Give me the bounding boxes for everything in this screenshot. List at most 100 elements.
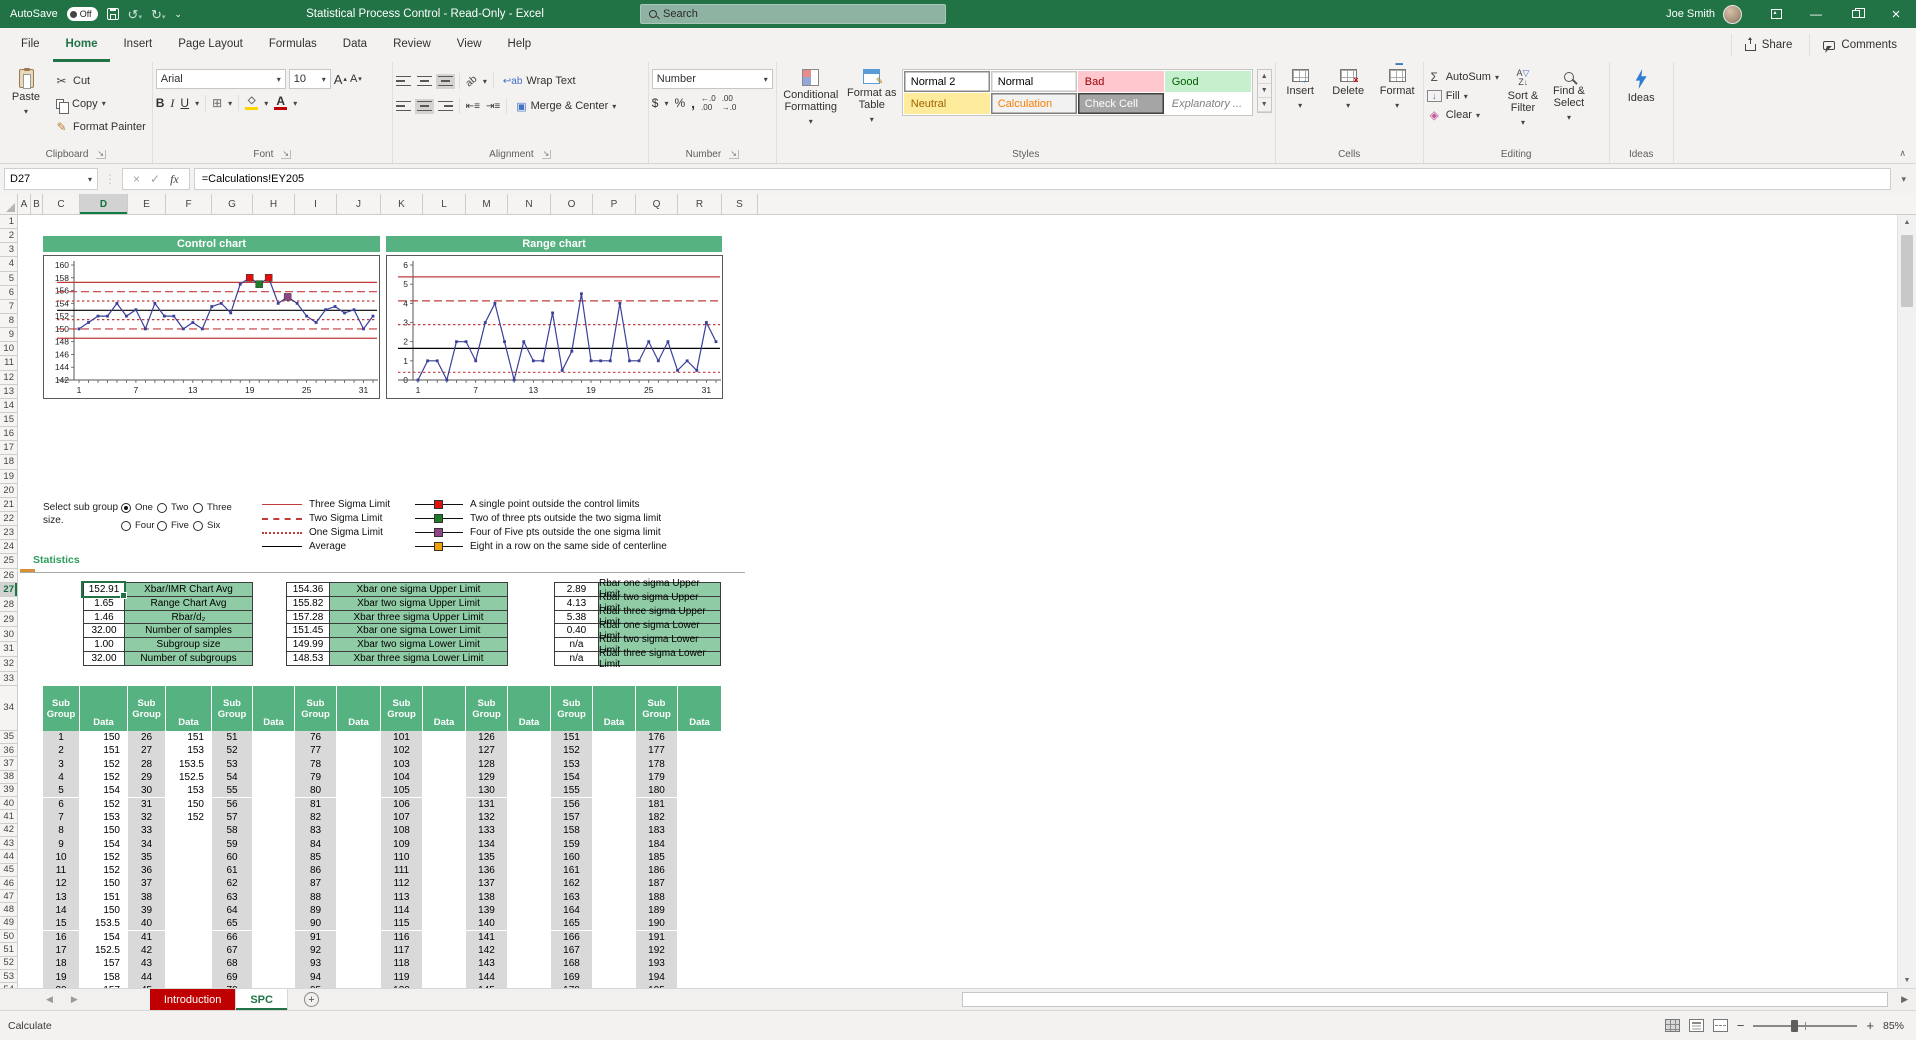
stats-label-cell[interactable]: Rbar three sigma Lower Limit (598, 651, 721, 666)
data-cell[interactable] (508, 758, 551, 771)
clipboard-dialog-launcher[interactable]: ↘ (96, 150, 106, 159)
radio-icon-four[interactable] (121, 521, 131, 531)
subgroup-cell[interactable]: 159 (551, 837, 593, 850)
share-button[interactable]: Share (1731, 34, 1806, 56)
row-header-50[interactable]: 50 (0, 930, 17, 943)
subgroup-cell[interactable]: 42 (128, 944, 166, 957)
subgroup-cell[interactable]: 127 (466, 744, 508, 757)
subgroup-cell[interactable]: 16 (43, 931, 80, 944)
data-cell[interactable] (678, 784, 722, 797)
subgroup-cell[interactable]: 69 (212, 970, 253, 983)
subgroup-cell[interactable]: 2 (43, 744, 80, 757)
subgroup-cell[interactable]: 144 (466, 970, 508, 983)
subgroup-cell[interactable]: 85 (295, 851, 337, 864)
subgroup-cell[interactable]: 136 (466, 864, 508, 877)
row-header-20[interactable]: 20 (0, 484, 17, 498)
subgroup-option-four[interactable]: Four (121, 520, 155, 531)
data-cell[interactable] (593, 957, 636, 970)
subgroup-cell[interactable]: 177 (636, 744, 678, 757)
row-header-36[interactable]: 36 (0, 744, 17, 757)
subgroup-cell[interactable]: 156 (551, 798, 593, 811)
data-cell[interactable] (508, 957, 551, 970)
subgroup-cell[interactable]: 90 (295, 917, 337, 930)
stats-label-cell[interactable]: Xbar three sigma Lower Limit (329, 651, 508, 666)
data-cell[interactable] (337, 970, 381, 983)
data-cell[interactable]: 154 (80, 784, 128, 797)
data-cell[interactable] (253, 877, 295, 890)
style-chip-normal[interactable]: Normal (991, 71, 1077, 92)
data-cell[interactable] (593, 731, 636, 744)
subgroup-cell[interactable]: 1 (43, 731, 80, 744)
increase-decimal-icon[interactable]: ←.0.00 (701, 94, 716, 112)
row-header-14[interactable]: 14 (0, 399, 17, 413)
vertical-scroll-thumb[interactable] (1901, 235, 1913, 307)
align-top-icon[interactable] (396, 76, 411, 87)
data-cell[interactable] (166, 917, 212, 930)
column-header-F[interactable]: F (166, 194, 212, 214)
subgroup-cell[interactable]: 83 (295, 824, 337, 837)
data-cell[interactable] (337, 891, 381, 904)
subgroup-cell[interactable]: 33 (128, 824, 166, 837)
column-header-D[interactable]: D (80, 194, 128, 214)
stats-label-cell[interactable]: Number of subgroups (124, 651, 253, 666)
menu-tab-data[interactable]: Data (330, 28, 380, 62)
data-cell[interactable] (508, 771, 551, 784)
column-header-E[interactable]: E (128, 194, 166, 214)
subgroup-cell[interactable]: 61 (212, 864, 253, 877)
row-header-8[interactable]: 8 (0, 314, 17, 328)
subgroup-cell[interactable]: 41 (128, 931, 166, 944)
data-cell[interactable] (593, 837, 636, 850)
subgroup-cell[interactable]: 55 (212, 784, 253, 797)
font-name-select[interactable]: Arial▾ (156, 69, 286, 89)
style-chip-normal-2[interactable]: Normal 2 (904, 71, 990, 92)
subgroup-cell[interactable]: 160 (551, 851, 593, 864)
increase-font-icon[interactable]: A▴ (334, 72, 347, 87)
data-cell[interactable] (253, 731, 295, 744)
subgroup-cell[interactable]: 65 (212, 917, 253, 930)
row-header-23[interactable]: 23 (0, 526, 17, 540)
align-left-icon[interactable] (396, 101, 411, 112)
subgroup-cell[interactable]: 141 (466, 931, 508, 944)
data-cell[interactable] (337, 784, 381, 797)
subgroup-cell[interactable]: 18 (43, 957, 80, 970)
format-as-table-button[interactable]: Format as Table▾ (844, 65, 900, 126)
subgroup-cell[interactable]: 178 (636, 758, 678, 771)
data-cell[interactable]: 152 (80, 864, 128, 877)
subgroup-cell[interactable]: 164 (551, 904, 593, 917)
stats-label-cell[interactable]: Range Chart Avg (124, 596, 253, 611)
data-cell[interactable] (678, 851, 722, 864)
data-cell[interactable] (423, 970, 466, 983)
row-header-34[interactable]: 34 (0, 686, 17, 731)
data-cell[interactable] (253, 758, 295, 771)
column-header-R[interactable]: R (678, 194, 722, 214)
stats-label-cell[interactable]: Xbar/IMR Chart Avg (124, 582, 253, 597)
data-cell[interactable] (253, 744, 295, 757)
subgroup-cell[interactable]: 190 (636, 917, 678, 930)
data-cell[interactable] (337, 904, 381, 917)
subgroup-cell[interactable]: 137 (466, 877, 508, 890)
radio-icon-one[interactable] (121, 503, 131, 513)
data-cell[interactable] (423, 771, 466, 784)
data-cell[interactable] (593, 891, 636, 904)
subgroup-cell[interactable]: 102 (381, 744, 423, 757)
subgroup-cell[interactable]: 54 (212, 771, 253, 784)
data-cell[interactable] (508, 837, 551, 850)
subgroup-cell[interactable]: 166 (551, 931, 593, 944)
row-header-1[interactable]: 1 (0, 215, 17, 229)
data-cell[interactable] (423, 784, 466, 797)
data-cell[interactable] (423, 744, 466, 757)
stats-value[interactable]: 32.00 (83, 623, 125, 638)
subgroup-cell[interactable]: 30 (128, 784, 166, 797)
align-middle-icon[interactable] (417, 76, 432, 87)
comma-format-icon[interactable]: , (691, 95, 695, 111)
row-header-9[interactable]: 9 (0, 328, 17, 342)
subgroup-cell[interactable]: 67 (212, 944, 253, 957)
font-dialog-launcher[interactable]: ↘ (281, 150, 291, 159)
column-header-Q[interactable]: Q (636, 194, 678, 214)
subgroup-cell[interactable]: 184 (636, 837, 678, 850)
subgroup-cell[interactable]: 155 (551, 784, 593, 797)
data-cell[interactable] (337, 931, 381, 944)
subgroup-cell[interactable]: 84 (295, 837, 337, 850)
row-header-13[interactable]: 13 (0, 385, 17, 399)
data-cell[interactable] (678, 744, 722, 757)
